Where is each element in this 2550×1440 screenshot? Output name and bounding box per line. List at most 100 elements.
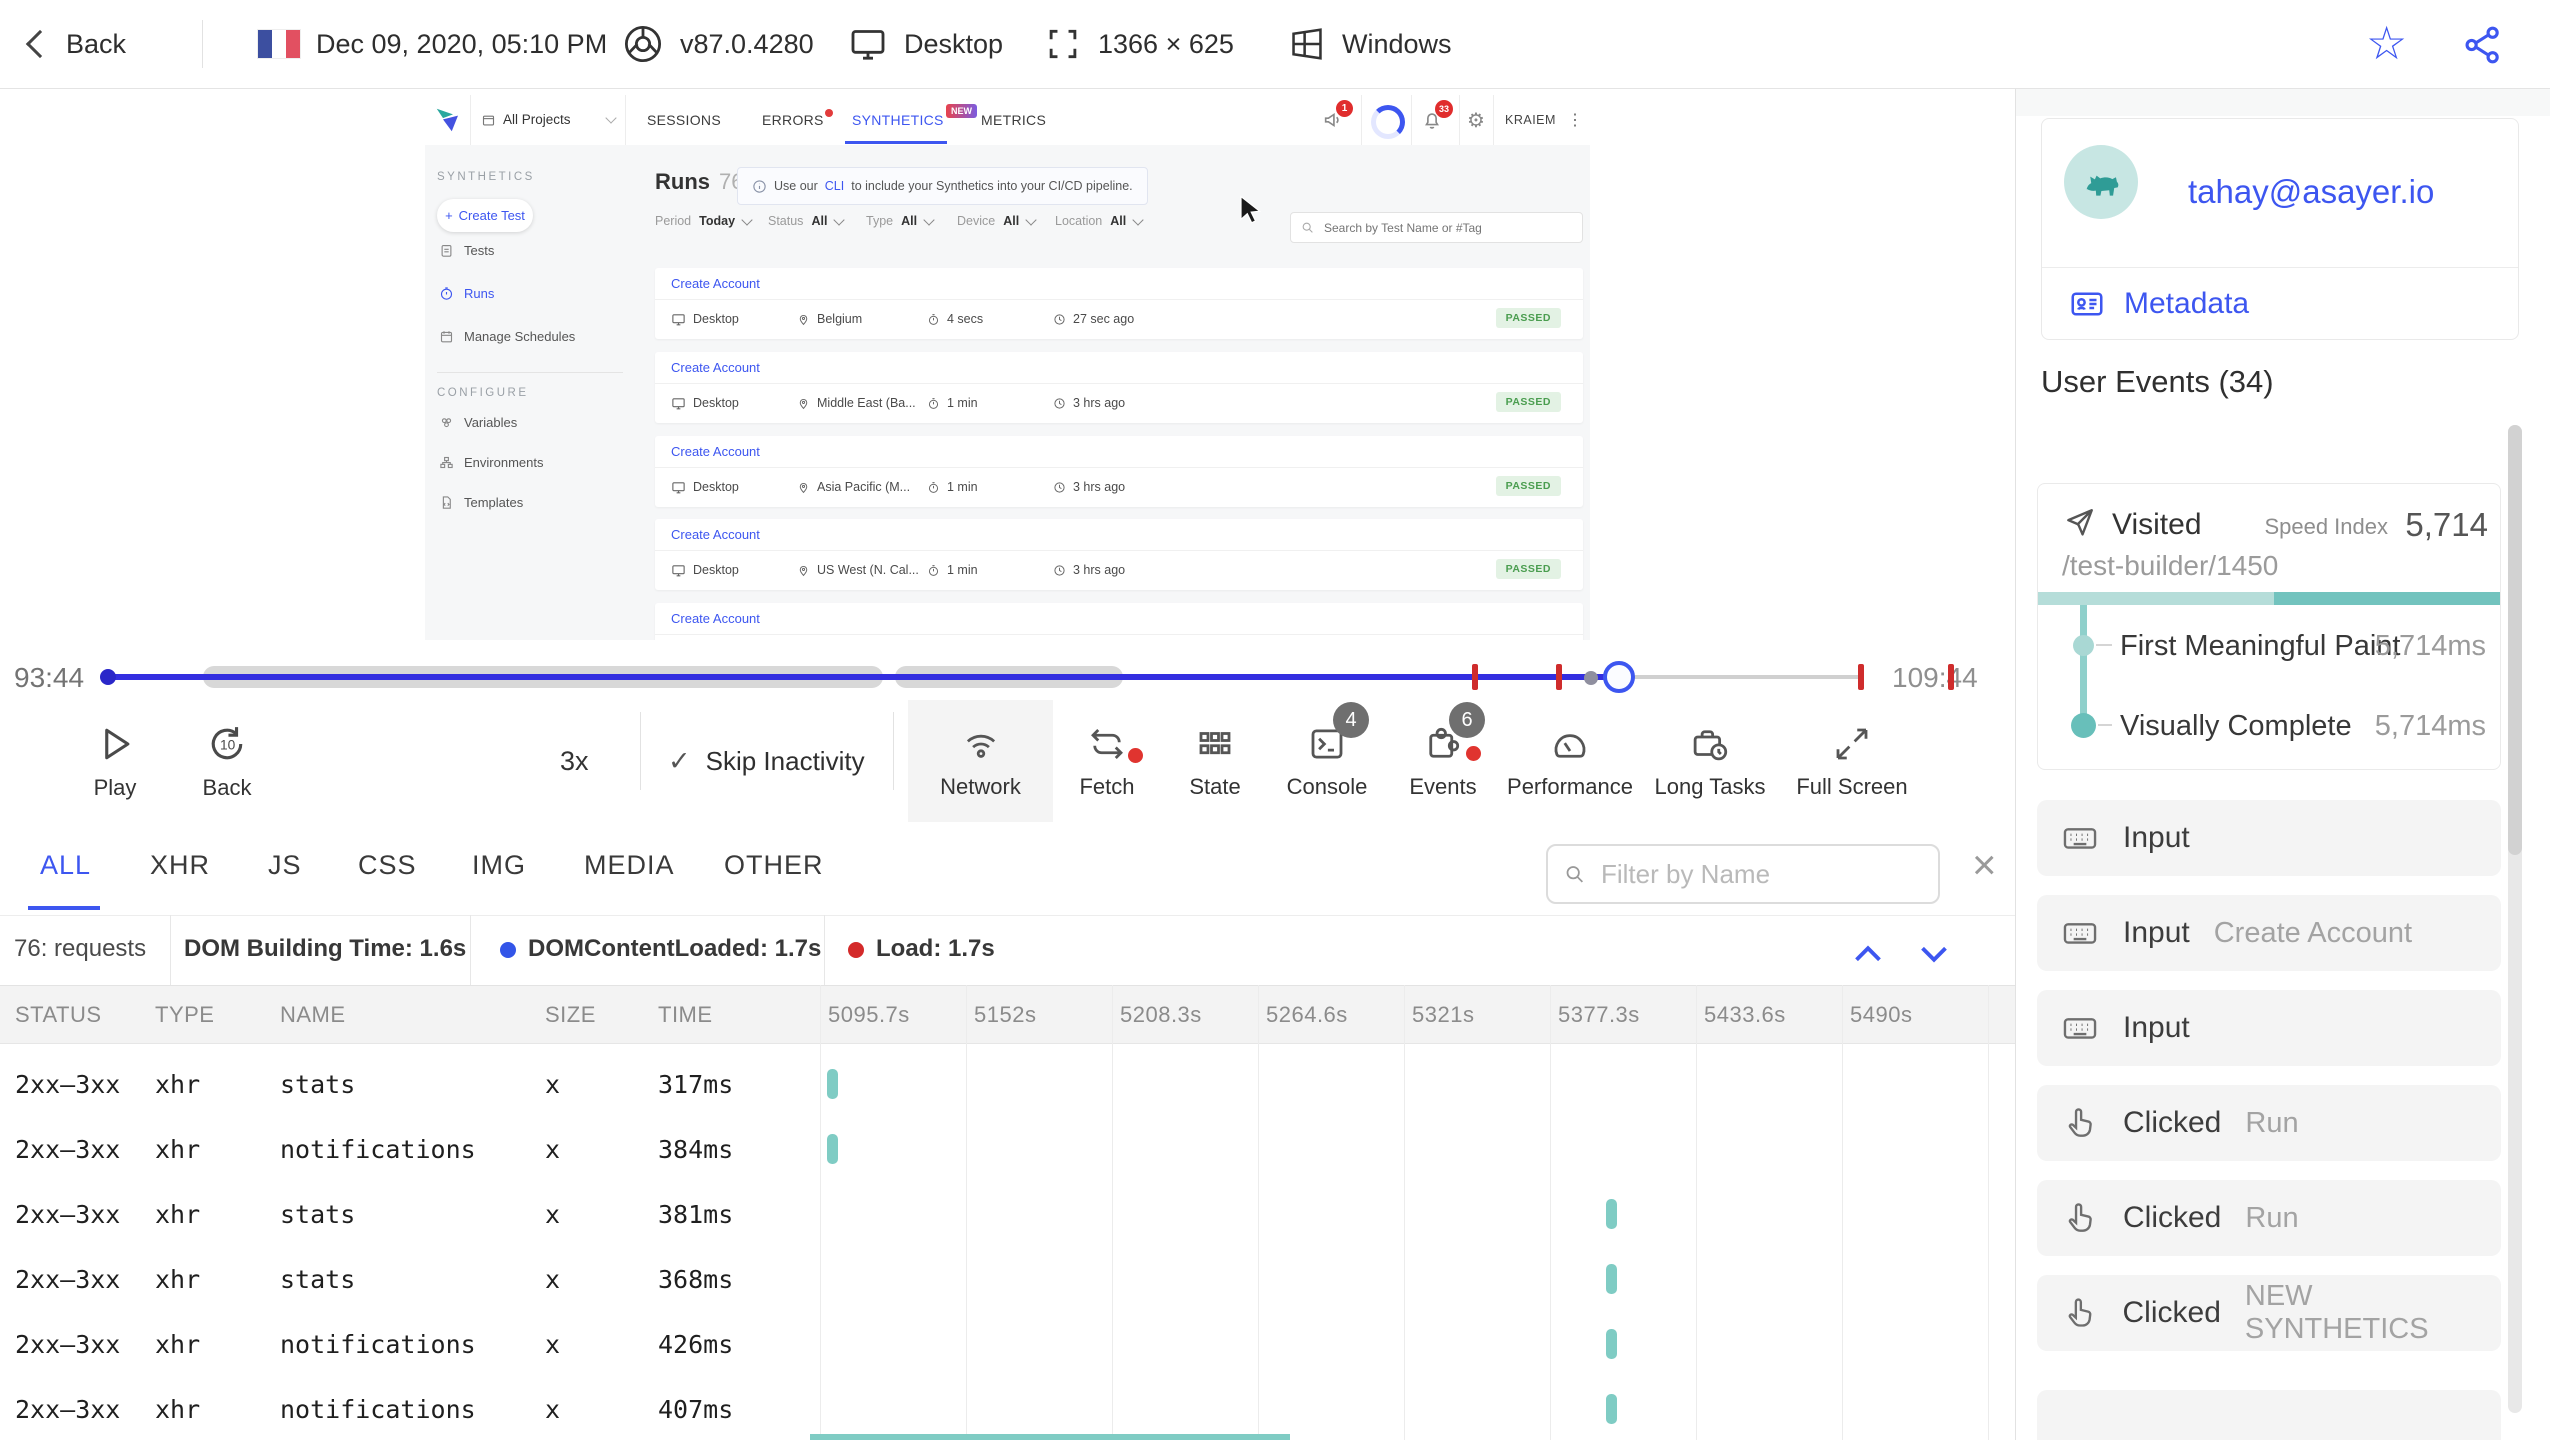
metadata-button[interactable]: Metadata	[2124, 287, 2249, 321]
user-menu[interactable]: KRAIEM	[1505, 113, 1556, 127]
scrollbar-thumb[interactable]	[2508, 425, 2522, 855]
run-name-link[interactable]: Create Account	[671, 276, 760, 291]
sidebar-item-tests[interactable]: Tests	[439, 243, 494, 258]
gear-icon[interactable]: ⚙	[1467, 108, 1485, 133]
jump-down-icon[interactable]	[1916, 936, 1952, 972]
clipboard-icon	[441, 244, 452, 257]
panel-button-state[interactable]: State	[1161, 700, 1269, 822]
jump-up-icon[interactable]	[1850, 936, 1886, 972]
panel-button-performance[interactable]: Performance	[1501, 700, 1639, 822]
event-item-input[interactable]: Input	[2037, 800, 2501, 876]
back-10-button[interactable]: 10 Back	[182, 700, 272, 822]
timeline-progress[interactable]	[108, 674, 1621, 680]
run-name-link[interactable]: Create Account	[671, 527, 760, 542]
run-device: Desktop	[671, 383, 739, 423]
request-row[interactable]: 2xx–3xx xhr stats x 381ms	[0, 1182, 2015, 1247]
sidebar-item-environments[interactable]: Environments	[439, 455, 543, 470]
play-button[interactable]: Play	[70, 700, 160, 822]
skip-inactivity-toggle[interactable]: ✓ Skip Inactivity	[668, 700, 865, 822]
create-test-button[interactable]: + Create Test	[437, 199, 533, 232]
run-name-link[interactable]: Create Account	[671, 360, 760, 375]
request-row[interactable]: 2xx–3xx xhr notifications x 426ms	[0, 1312, 2015, 1377]
net-tab-js[interactable]: JS	[268, 850, 302, 881]
col-name[interactable]: NAME	[280, 1002, 346, 1028]
col-time[interactable]: TIME	[658, 1002, 713, 1028]
event-dot[interactable]	[1584, 671, 1598, 685]
tab-errors[interactable]: ERRORS	[762, 112, 824, 128]
divider	[2042, 267, 2518, 268]
kebab-menu-icon[interactable]: ⋮	[1567, 110, 1583, 130]
net-tab-media[interactable]: MEDIA	[584, 850, 675, 881]
run-name-link[interactable]: Create Account	[671, 611, 760, 626]
panel-button-fetch[interactable]: Fetch	[1053, 700, 1161, 822]
filter-device[interactable]: Device All	[957, 213, 1037, 228]
filter-location[interactable]: Location All	[1055, 213, 1144, 228]
sidebar-item-variables[interactable]: Variables	[439, 415, 517, 430]
col-status[interactable]: STATUS	[15, 1002, 102, 1028]
request-row[interactable]: 2xx–3xx xhr stats x 368ms	[0, 1247, 2015, 1312]
run-card[interactable]: Create Account	[655, 603, 1583, 640]
error-marker[interactable]	[1556, 664, 1562, 690]
tab-metrics[interactable]: METRICS	[981, 112, 1046, 128]
sidebar-item-runs[interactable]: Runs	[439, 286, 494, 301]
cli-link[interactable]: CLI	[825, 179, 844, 193]
col-size[interactable]: SIZE	[545, 1002, 596, 1028]
request-row[interactable]: 2xx–3xx xhr notifications x 384ms	[0, 1117, 2015, 1182]
filter-status[interactable]: Status All	[768, 213, 846, 228]
event-item-clicked[interactable]: Clicked Run	[2037, 1085, 2501, 1161]
col-type[interactable]: TYPE	[155, 1002, 214, 1028]
test-search-box[interactable]	[1290, 212, 1583, 243]
event-item-clicked[interactable]: Clicked NEW SYNTHETICS	[2037, 1275, 2501, 1351]
horizontal-scrollbar[interactable]	[810, 1434, 1290, 1440]
run-card[interactable]: Create Account Desktop Asia Pacific (M..…	[655, 436, 1583, 507]
sidebar-item-manage-schedules[interactable]: Manage Schedules	[439, 329, 575, 344]
error-marker[interactable]	[1858, 664, 1864, 690]
filter-period[interactable]: Period Today	[655, 213, 753, 228]
test-search-input[interactable]	[1322, 219, 1576, 236]
replayed-app: All Projects SESSIONS ERRORS SYNTHETICS …	[425, 95, 1590, 640]
error-marker[interactable]	[1948, 664, 1954, 690]
net-tab-xhr[interactable]: XHR	[150, 850, 210, 881]
error-marker[interactable]	[1472, 664, 1478, 690]
chevron-down-icon[interactable]	[605, 112, 617, 124]
project-selector[interactable]: All Projects	[503, 112, 571, 127]
favorite-star-icon[interactable]: ☆	[2366, 16, 2407, 70]
panel-button-events[interactable]: 6 Events	[1385, 700, 1501, 822]
event-item-input[interactable]: Input Create Account	[2037, 895, 2501, 971]
visited-event-card[interactable]: Visited Speed Index 5,714 /test-builder/…	[2037, 483, 2501, 770]
event-item-input[interactable]: Input	[2037, 990, 2501, 1066]
run-card[interactable]: Create Account Desktop US West (N. Cal..…	[655, 519, 1583, 590]
run-card[interactable]: Create Account Desktop Middle East (Ba..…	[655, 352, 1583, 423]
keyboard-icon	[2063, 828, 2097, 849]
filter-type[interactable]: Type All	[866, 213, 935, 228]
user-email-link[interactable]: tahay@asayer.io	[2188, 173, 2434, 211]
filter-input[interactable]	[1599, 857, 1938, 891]
net-tab-img[interactable]: IMG	[472, 850, 526, 881]
clock-icon	[1054, 397, 1065, 409]
panel-button-long-tasks[interactable]: Long Tasks	[1639, 700, 1781, 822]
panel-button-console[interactable]: 4 Console	[1269, 700, 1385, 822]
tab-sessions[interactable]: SESSIONS	[647, 112, 721, 128]
share-icon[interactable]	[2462, 24, 2504, 66]
fmp-value: 5,714ms	[2374, 630, 2486, 662]
event-item-partial[interactable]	[2037, 1390, 2501, 1440]
playhead[interactable]	[1603, 661, 1635, 693]
net-tab-css[interactable]: CSS	[358, 850, 417, 881]
net-tab-other[interactable]: OTHER	[724, 850, 824, 881]
run-name-link[interactable]: Create Account	[671, 444, 760, 459]
event-item-clicked[interactable]: Clicked Run	[2037, 1180, 2501, 1256]
run-card[interactable]: Create Account Desktop Belgium 4 secs 27…	[655, 268, 1583, 339]
request-row[interactable]: 2xx–3xx xhr stats x 317ms	[0, 1052, 2015, 1117]
panel-button-network[interactable]: Network	[908, 700, 1053, 822]
net-tab-all[interactable]: ALL	[40, 850, 91, 881]
close-icon[interactable]: ×	[1972, 844, 1997, 886]
divider	[824, 915, 825, 985]
tab-synthetics[interactable]: SYNTHETICS	[852, 112, 944, 128]
panel-button-full-screen[interactable]: Full Screen	[1781, 700, 1923, 822]
back-button[interactable]: Back	[25, 0, 126, 88]
cell-name: stats	[280, 1265, 356, 1294]
sidebar-item-templates[interactable]: Templates	[439, 495, 523, 510]
speed-toggle[interactable]: 3x	[560, 700, 589, 822]
request-row[interactable]: 2xx–3xx xhr notifications x 407ms	[0, 1377, 2015, 1440]
filter-box[interactable]	[1546, 844, 1940, 904]
